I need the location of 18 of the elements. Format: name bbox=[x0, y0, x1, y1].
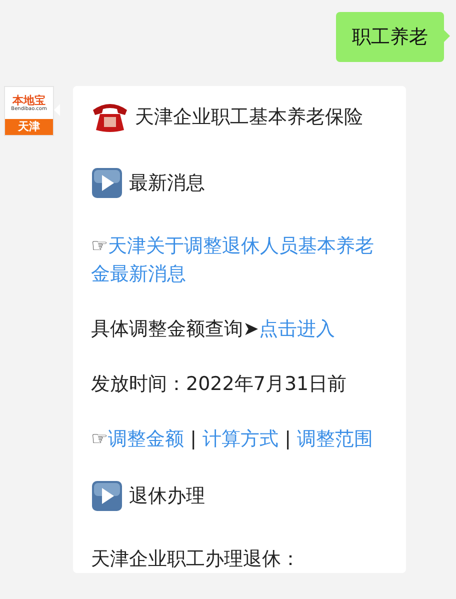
paragraph: 具体调整金额查询➤点击进入 bbox=[91, 317, 336, 342]
logo-text: 本地宝 bbox=[12, 94, 46, 106]
play-icon bbox=[91, 167, 123, 199]
paragraph: ☞天津关于调整退休人员基本养老金最新消息 bbox=[91, 232, 392, 288]
bubble-tail bbox=[54, 104, 60, 116]
article-link[interactable]: 计算方式 bbox=[202, 428, 279, 450]
play-icon bbox=[91, 480, 123, 512]
paragraph: 发放时间：2022年7月31日前 bbox=[91, 372, 348, 397]
article-link[interactable]: 调整金额 bbox=[108, 428, 184, 450]
message-bubble: 职工养老 bbox=[336, 12, 444, 62]
paragraph: 天津企业职工办理退休： bbox=[91, 547, 301, 572]
bubble-tail bbox=[444, 30, 450, 42]
section-heading: 天津企业职工基本养老保险 bbox=[135, 105, 363, 130]
section-heading: 最新消息 bbox=[129, 171, 205, 196]
city-label: 天津 bbox=[5, 119, 53, 135]
section-heading: 退休办理 bbox=[129, 484, 205, 509]
article-link[interactable]: 调整范围 bbox=[297, 428, 374, 450]
paragraph: ☞调整金额 | 计算方式 | 调整范围 bbox=[91, 427, 374, 452]
